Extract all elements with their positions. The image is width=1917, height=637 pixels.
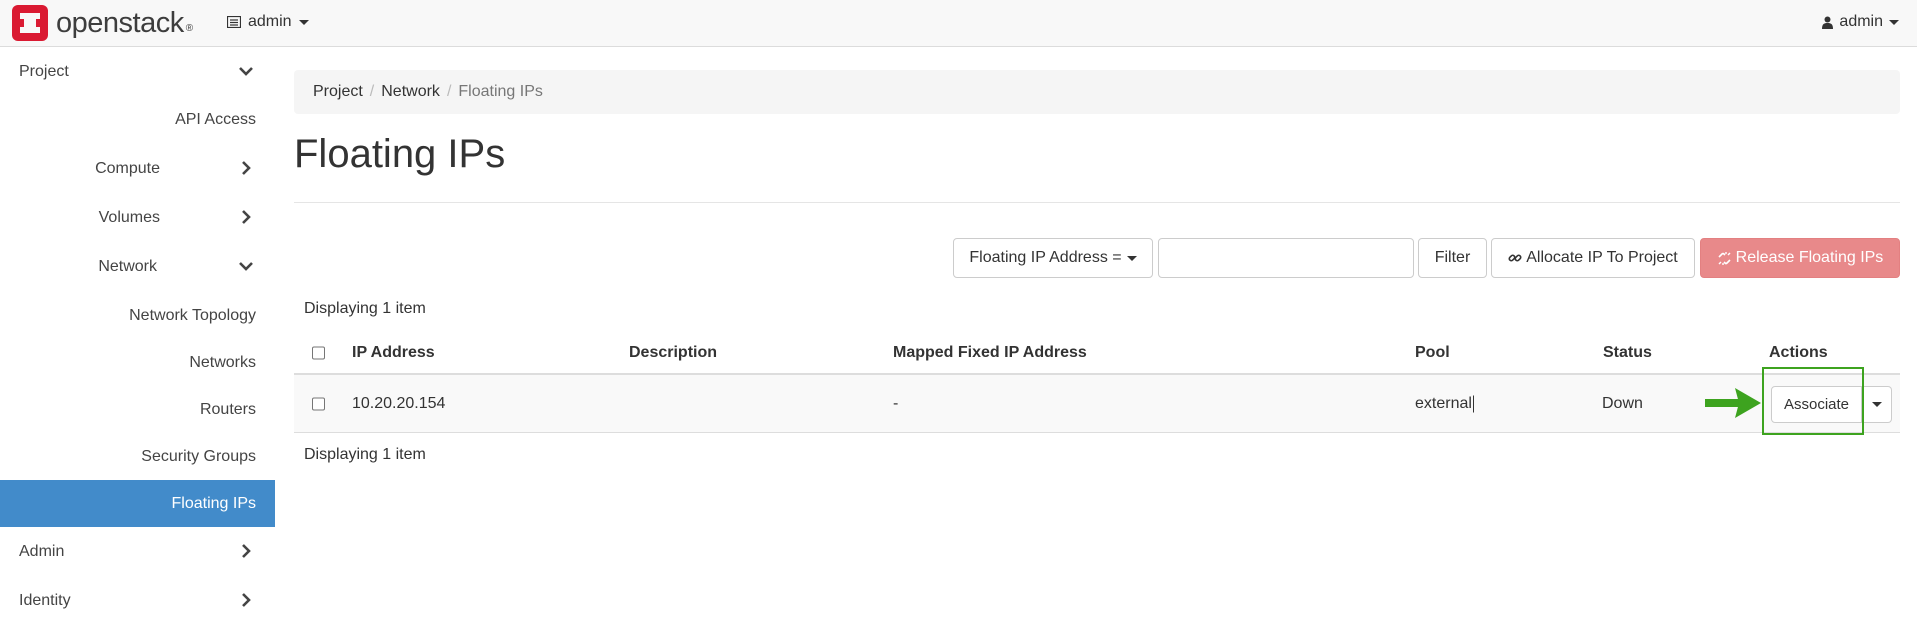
select-all-checkbox[interactable] bbox=[312, 346, 325, 360]
allocate-ip-label: Allocate IP To Project bbox=[1526, 249, 1678, 266]
breadcrumb-separator: / bbox=[446, 83, 452, 100]
sidebar-item-label: API Access bbox=[175, 110, 256, 128]
filter-field-label: Floating IP Address = bbox=[969, 249, 1122, 266]
sidebar-item-label: Project bbox=[19, 62, 69, 80]
chevron-right-icon bbox=[242, 593, 251, 607]
chevron-down-icon bbox=[239, 67, 253, 76]
filter-input[interactable] bbox=[1158, 238, 1414, 278]
user-icon bbox=[1822, 16, 1834, 29]
table-row: 10.20.20.154 - external Down bbox=[294, 375, 1900, 433]
breadcrumb-floating-ips: Floating IPs bbox=[458, 83, 543, 100]
sidebar-item-compute[interactable]: Compute bbox=[0, 145, 275, 192]
openstack-logo-icon bbox=[12, 5, 48, 41]
sidebar-item-api-access[interactable]: API Access bbox=[0, 96, 275, 143]
sidebar-item-label: Volumes bbox=[98, 208, 160, 226]
caret-down-icon bbox=[1871, 402, 1882, 407]
cell-ip-address: 10.20.20.154 bbox=[352, 394, 446, 412]
chevron-right-icon bbox=[242, 210, 251, 224]
sidebar-item-security-groups[interactable]: Security Groups bbox=[0, 433, 275, 480]
release-floating-ips-label: Release Floating IPs bbox=[1735, 249, 1884, 266]
project-switcher[interactable]: admin bbox=[227, 13, 309, 31]
text-cursor bbox=[1473, 395, 1474, 412]
sidebar-item-network-topology[interactable]: Network Topology bbox=[0, 292, 275, 339]
cell-pool: external bbox=[1415, 394, 1472, 412]
column-header-pool[interactable]: Pool bbox=[1415, 344, 1450, 362]
table-header: IP Address Description Mapped Fixed IP A… bbox=[294, 333, 1900, 375]
top-navbar: openstack ® admin admin bbox=[0, 0, 1917, 47]
unlink-icon bbox=[1718, 251, 1731, 265]
sidebar-item-label: Floating IPs bbox=[171, 494, 256, 512]
sidebar-item-project[interactable]: Project bbox=[0, 48, 275, 95]
caret-down-icon bbox=[1889, 19, 1899, 25]
sidebar-item-volumes[interactable]: Volumes bbox=[0, 194, 275, 241]
filter-field-dropdown[interactable]: Floating IP Address = bbox=[953, 238, 1153, 278]
column-header-ip-address[interactable]: IP Address bbox=[352, 344, 435, 362]
sidebar-item-identity[interactable]: Identity bbox=[0, 577, 275, 624]
breadcrumb-separator: / bbox=[369, 83, 375, 100]
user-menu-label: admin bbox=[1839, 13, 1883, 30]
column-header-description[interactable]: Description bbox=[629, 344, 717, 362]
project-list-icon bbox=[227, 16, 241, 28]
breadcrumb-project[interactable]: Project bbox=[313, 83, 363, 101]
item-count-bottom: Displaying 1 item bbox=[304, 446, 426, 463]
page-title: Floating IPs bbox=[294, 132, 506, 176]
sidebar-item-networks[interactable]: Networks bbox=[0, 339, 275, 386]
filter-button[interactable]: Filter bbox=[1418, 238, 1487, 278]
breadcrumb-network[interactable]: Network bbox=[381, 83, 440, 101]
title-divider bbox=[294, 202, 1900, 203]
row-actions-dropdown[interactable] bbox=[1862, 386, 1892, 423]
cell-status: Down bbox=[1602, 394, 1643, 412]
chevron-down-icon bbox=[239, 262, 253, 271]
openstack-logo[interactable]: openstack ® bbox=[12, 5, 194, 41]
caret-down-icon bbox=[298, 19, 309, 25]
logo-registered-mark: ® bbox=[185, 23, 194, 34]
sidebar-item-network[interactable]: Network bbox=[0, 243, 275, 290]
sidebar-item-admin[interactable]: Admin bbox=[0, 528, 275, 575]
sidebar-item-label: Compute bbox=[95, 159, 160, 177]
user-menu[interactable]: admin bbox=[1822, 13, 1899, 31]
sidebar-item-label: Networks bbox=[189, 353, 256, 371]
sidebar-item-label: Network Topology bbox=[129, 306, 256, 324]
sidebar-item-routers[interactable]: Routers bbox=[0, 386, 275, 433]
sidebar-item-label: Security Groups bbox=[141, 447, 256, 465]
highlight-annotation-box bbox=[1762, 367, 1864, 435]
release-floating-ips-button[interactable]: Release Floating IPs bbox=[1700, 238, 1900, 278]
sidebar-item-label: Identity bbox=[19, 591, 71, 609]
caret-down-icon bbox=[1126, 255, 1137, 261]
column-header-mapped-fixed-ip[interactable]: Mapped Fixed IP Address bbox=[893, 344, 1087, 362]
row-select-checkbox[interactable] bbox=[312, 397, 325, 410]
sidebar-item-floating-ips[interactable]: Floating IPs bbox=[0, 480, 275, 527]
logo-text: openstack bbox=[56, 6, 184, 39]
chevron-right-icon bbox=[242, 161, 251, 175]
item-count-top: Displaying 1 item bbox=[304, 300, 426, 317]
allocate-ip-button[interactable]: Allocate IP To Project bbox=[1491, 238, 1695, 278]
sidebar-item-label: Routers bbox=[199, 400, 256, 418]
column-header-status[interactable]: Status bbox=[1603, 344, 1652, 362]
cell-mapped-fixed-ip: - bbox=[893, 394, 899, 412]
column-header-actions: Actions bbox=[1769, 344, 1828, 361]
sidebar-item-label: Admin bbox=[19, 542, 65, 560]
sidebar-item-label: Network bbox=[98, 257, 157, 275]
breadcrumb: Project / Network / Floating IPs bbox=[294, 70, 1900, 114]
project-switcher-label: admin bbox=[248, 13, 292, 30]
chevron-right-icon bbox=[242, 544, 251, 558]
sidebar-nav: Project API Access Compute Volumes Netwo… bbox=[0, 48, 275, 637]
link-icon bbox=[1508, 254, 1522, 262]
green-arrow-annotation bbox=[1705, 388, 1761, 418]
